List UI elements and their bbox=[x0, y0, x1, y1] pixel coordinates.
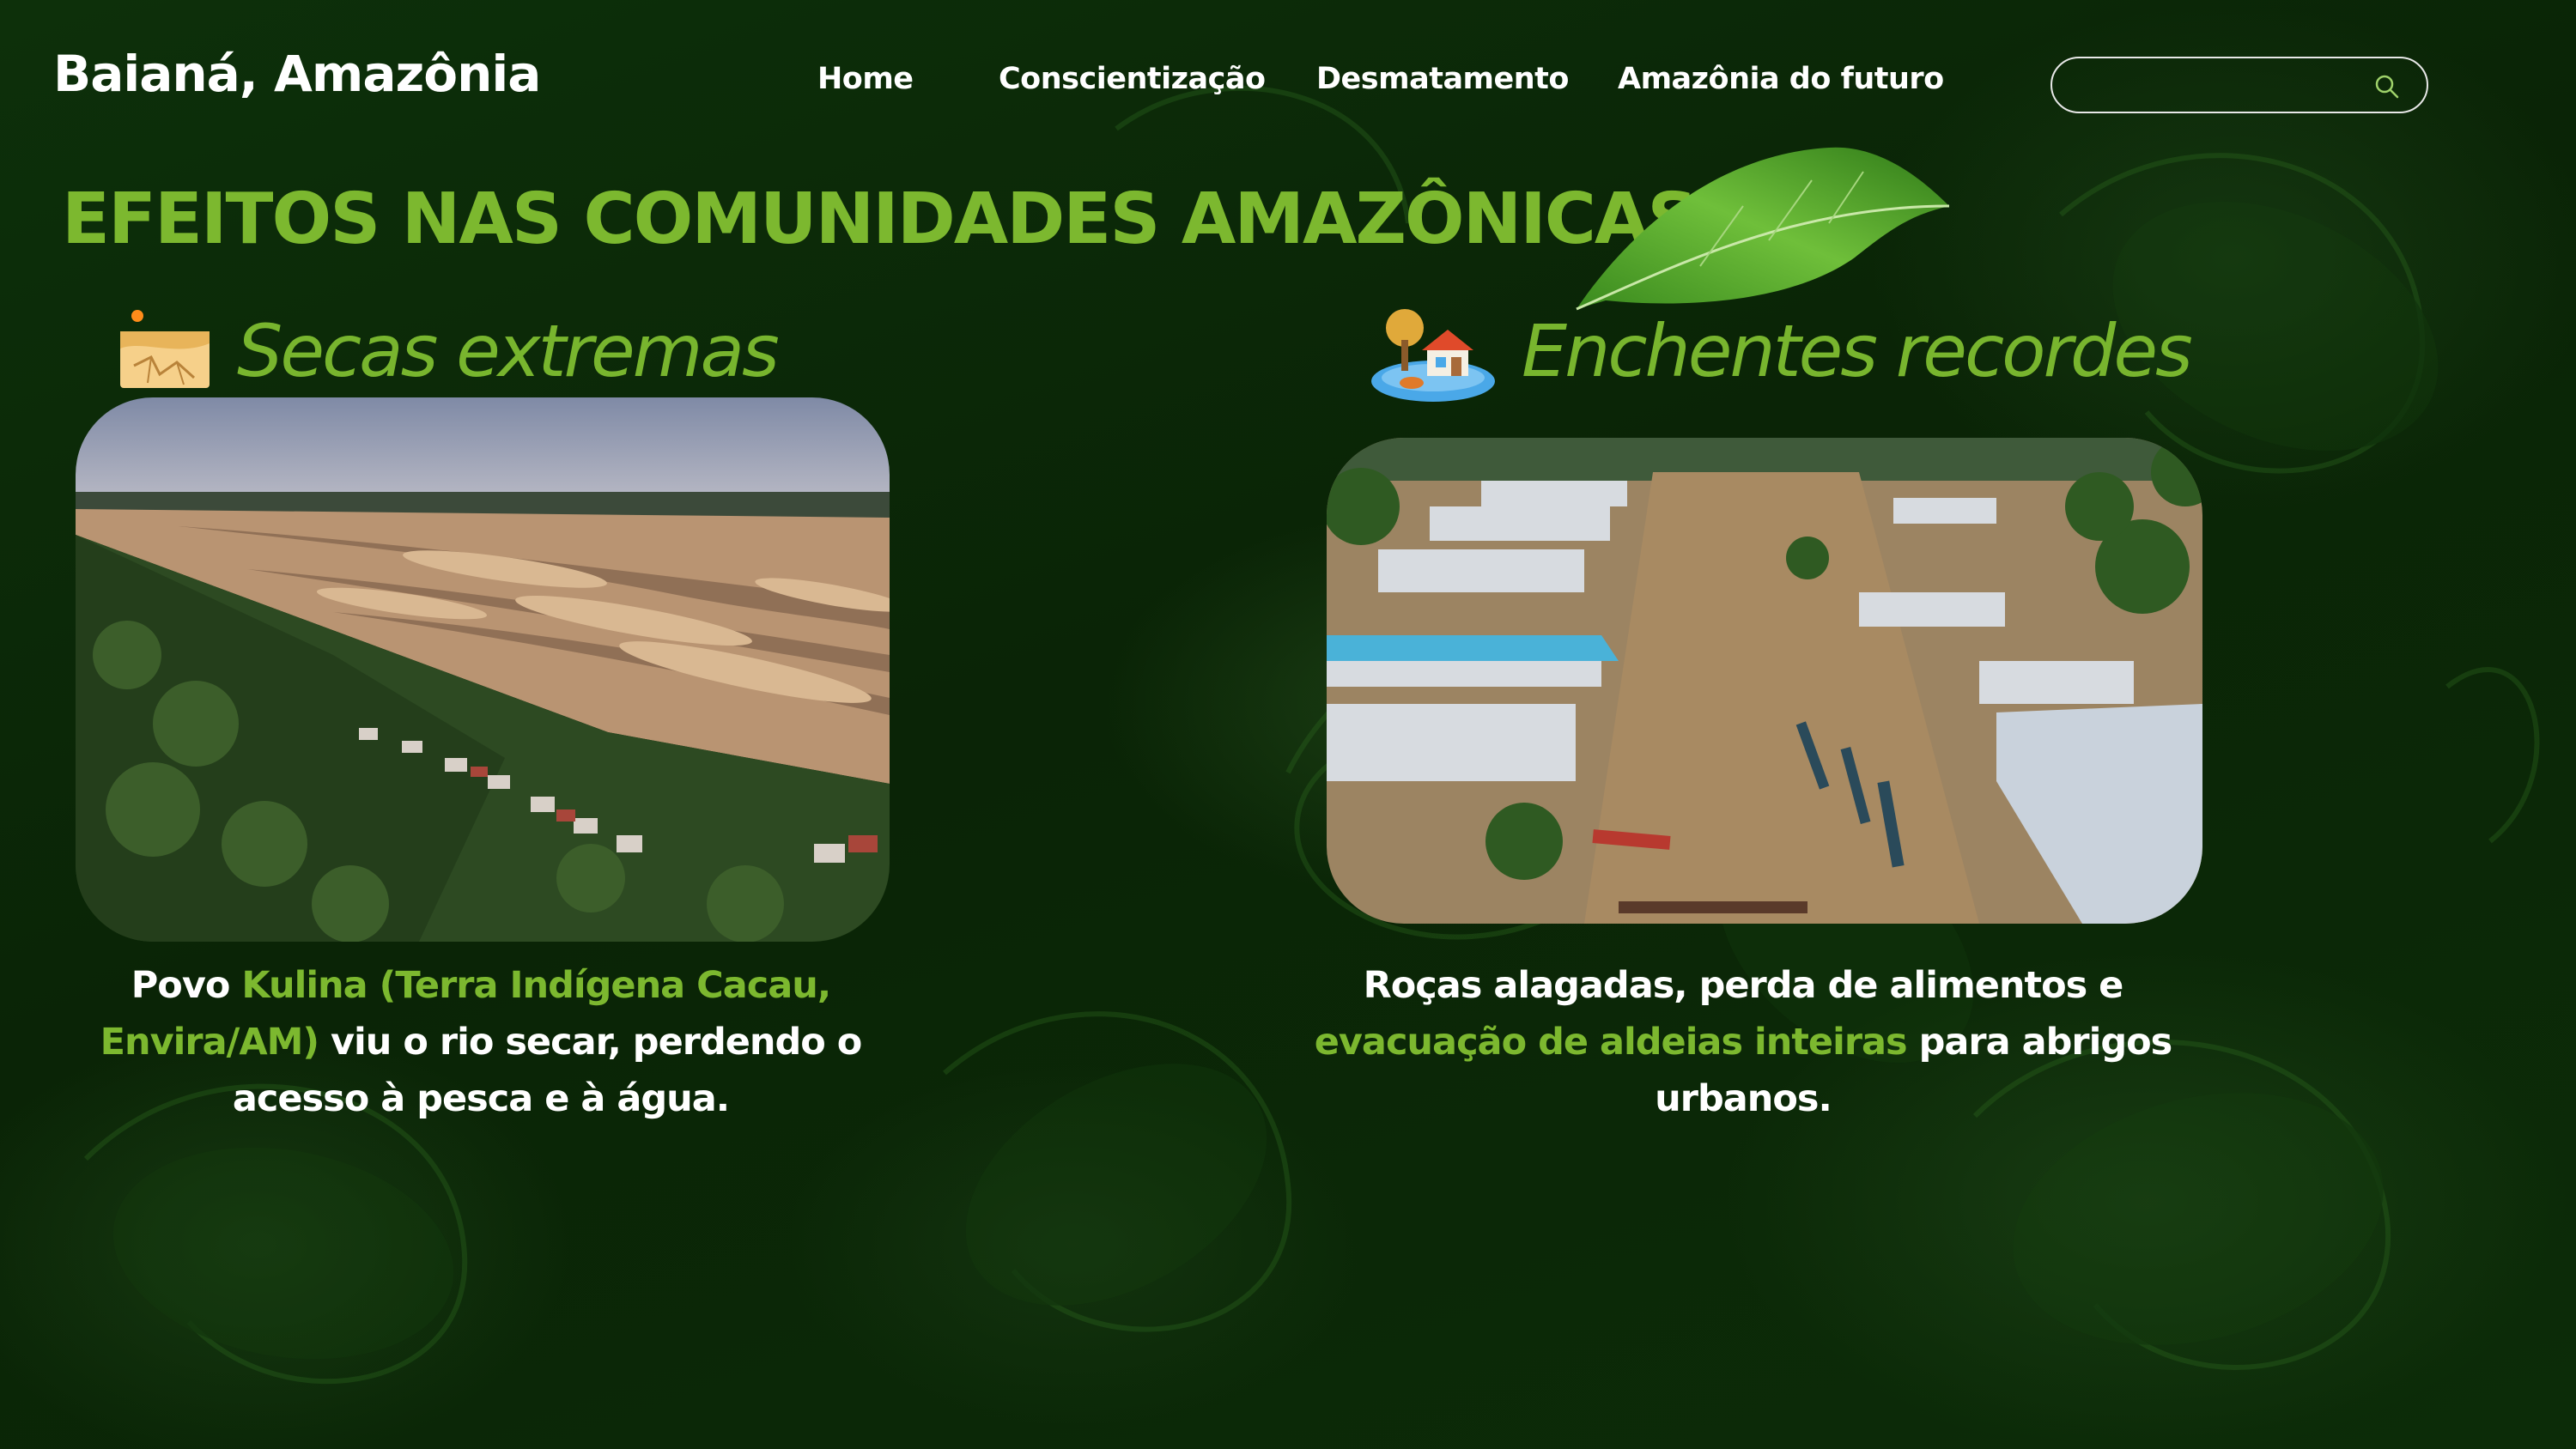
caption-secas-text-2: viu o rio secar, perdendo o acesso à pes… bbox=[232, 1021, 862, 1120]
nav-amazonia-do-futuro[interactable]: Amazônia do futuro bbox=[1618, 62, 1944, 96]
section-heading-enchentes: Enchentes recordes bbox=[1522, 309, 2193, 393]
nav-conscientizacao[interactable]: Conscientização bbox=[999, 62, 1266, 96]
page-title: EFEITOS NAS COMUNIDADES AMAZÔNICAS bbox=[62, 179, 1698, 260]
search-icon[interactable] bbox=[2373, 73, 2401, 100]
caption-secas-text-1: Povo bbox=[131, 964, 242, 1007]
dry-riverbed-village-photo bbox=[76, 397, 890, 942]
nav-desmatamento[interactable]: Desmatamento bbox=[1316, 62, 1569, 96]
section-heading-secas: Secas extremas bbox=[237, 309, 780, 393]
caption-enchentes: Roças alagadas, perda de alimentos e eva… bbox=[1305, 957, 2181, 1127]
caption-enchentes-text-1: Roças alagadas, perda de alimentos e bbox=[1363, 964, 2124, 1007]
flooded-house-icon bbox=[1371, 309, 1495, 402]
search-input[interactable] bbox=[2073, 65, 2368, 106]
nav-home[interactable]: Home bbox=[817, 62, 914, 96]
flooded-town-photo bbox=[1327, 438, 2202, 924]
search-box[interactable] bbox=[2050, 57, 2428, 113]
caption-secas: Povo Kulina (Terra Indígena Cacau, Envir… bbox=[94, 957, 867, 1127]
desert-icon bbox=[120, 310, 210, 388]
caption-enchentes-highlight: evacuação de aldeias inteiras bbox=[1314, 1021, 1908, 1064]
leaf-icon bbox=[1576, 147, 1950, 311]
